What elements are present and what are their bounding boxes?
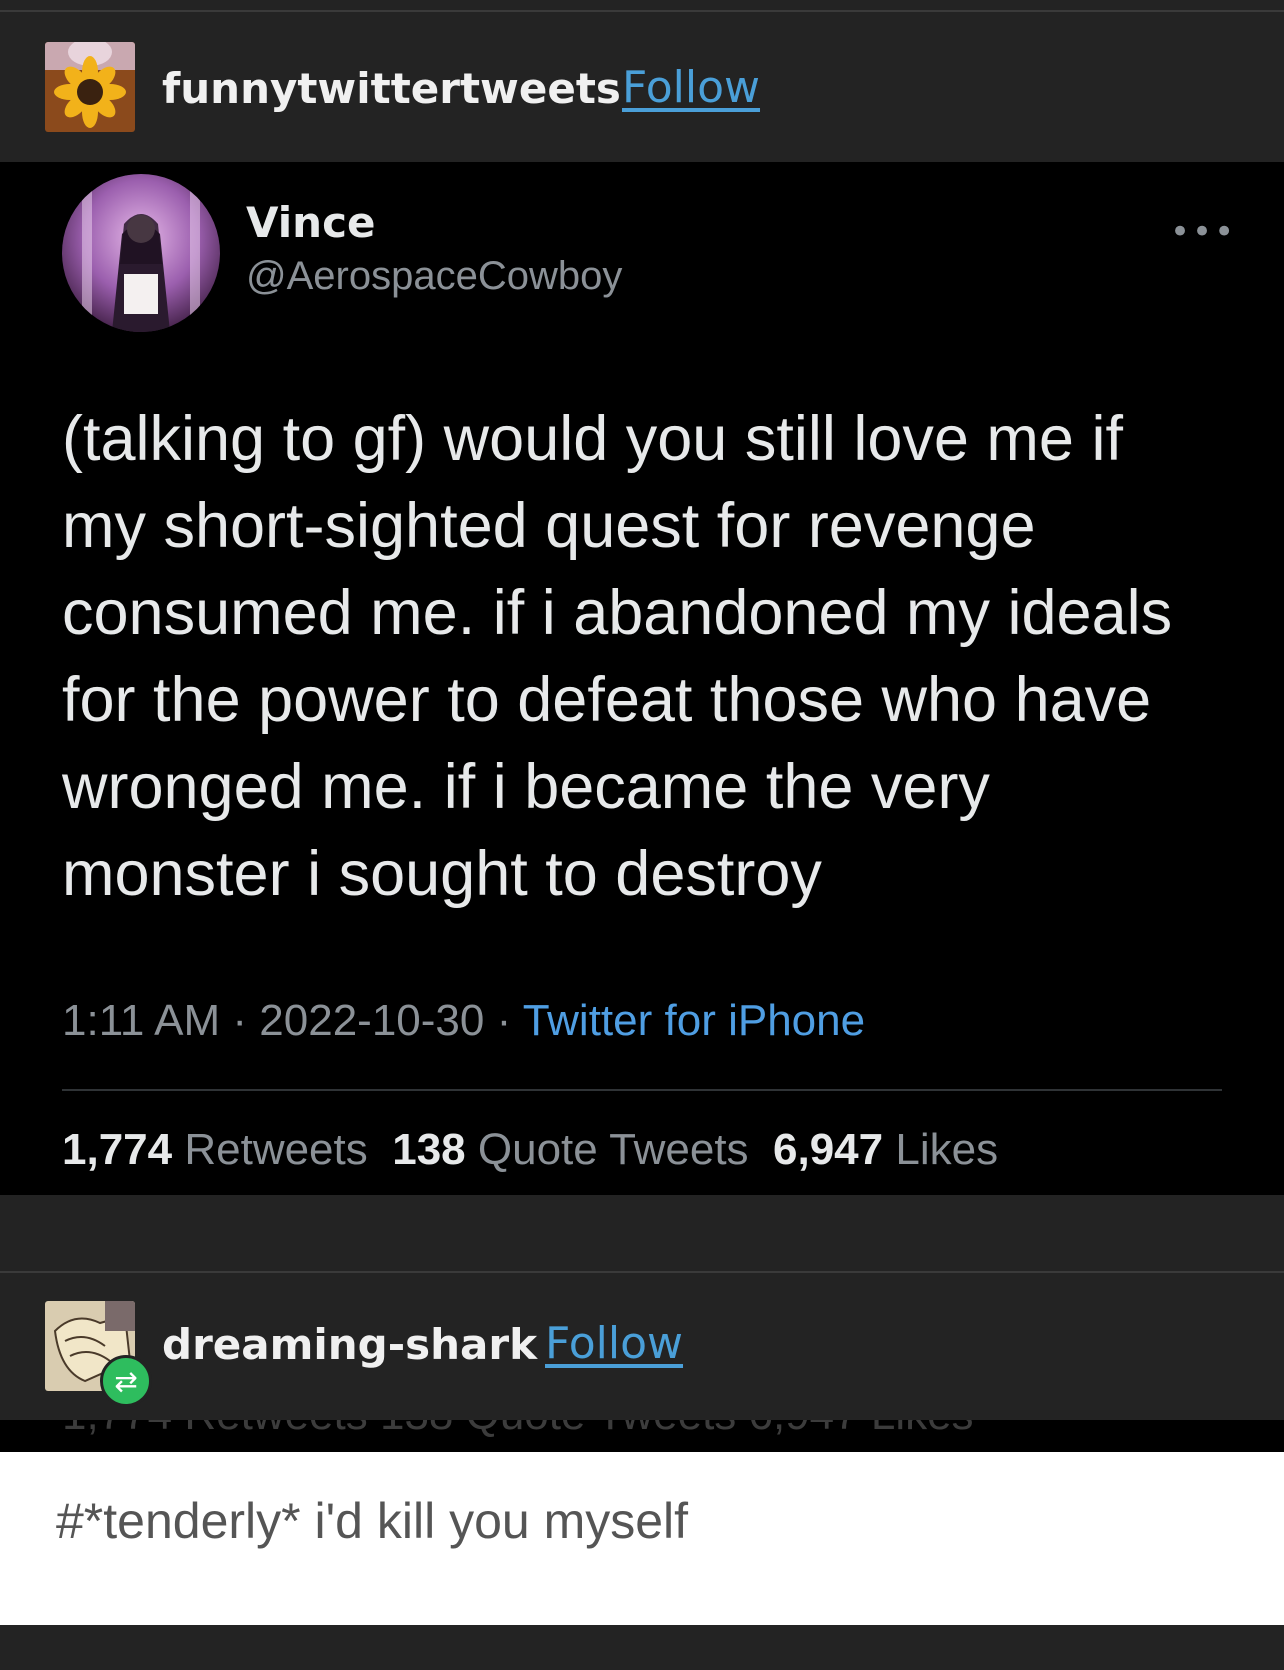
meta-separator: · [232,996,248,1045]
section-divider [0,1271,1284,1273]
tweet-card: Vince @AerospaceCowboy ••• (talking to g… [0,162,1284,1195]
tweet-date: 2022-10-30 [259,996,485,1045]
tweet-divider [62,1089,1222,1091]
clipped-stats-strip: 1,774 Retweets 138 Quote Tweets 6,947 Li… [0,1420,1284,1452]
tweet-text: (talking to gf) would you still love me … [62,404,1173,909]
tweet-meta: 1:11 AM · 2022-10-30 · Twitter for iPhon… [62,996,865,1046]
follow-button[interactable]: Follow [622,62,760,113]
top-divider [0,10,1284,12]
clipped-stats-text: 1,774 Retweets 138 Quote Tweets 6,947 Li… [62,1420,974,1440]
tweet-stats: 1,774 Retweets 138 Quote Tweets 6,947 Li… [62,1125,998,1175]
meta-separator: · [496,996,512,1045]
tweet-display-name: Vince [246,198,376,247]
reblog-follow-button[interactable]: Follow [545,1318,683,1369]
likes-count: 6,947 [773,1125,884,1174]
tweet-time: 1:11 AM [62,996,221,1045]
retweets-label: Retweets [184,1125,368,1174]
post-header: funnytwittertweets Follow [0,14,1284,154]
tweet-handle: @AerospaceCowboy [246,254,623,298]
quotes-count: 138 [392,1125,466,1174]
reblog-icon: ⇄ [100,1355,152,1407]
retweets-count: 1,774 [62,1125,173,1174]
blog-avatar[interactable] [45,42,135,132]
tweet-avatar [62,174,220,332]
likes-label: Likes [895,1125,999,1174]
reblog-header: dreaming-shark Follow [0,1278,1284,1418]
reblog-username[interactable]: dreaming-shark [162,1320,537,1369]
tweet-source: Twitter for iPhone [522,996,866,1045]
blog-username[interactable]: funnytwittertweets [162,64,621,113]
more-dots-icon: ••• [1170,212,1237,252]
quotes-label: Quote Tweets [477,1125,749,1174]
tags-box: #*tenderly* i'd kill you myself [0,1452,1284,1625]
post-tags[interactable]: #*tenderly* i'd kill you myself [56,1492,688,1550]
